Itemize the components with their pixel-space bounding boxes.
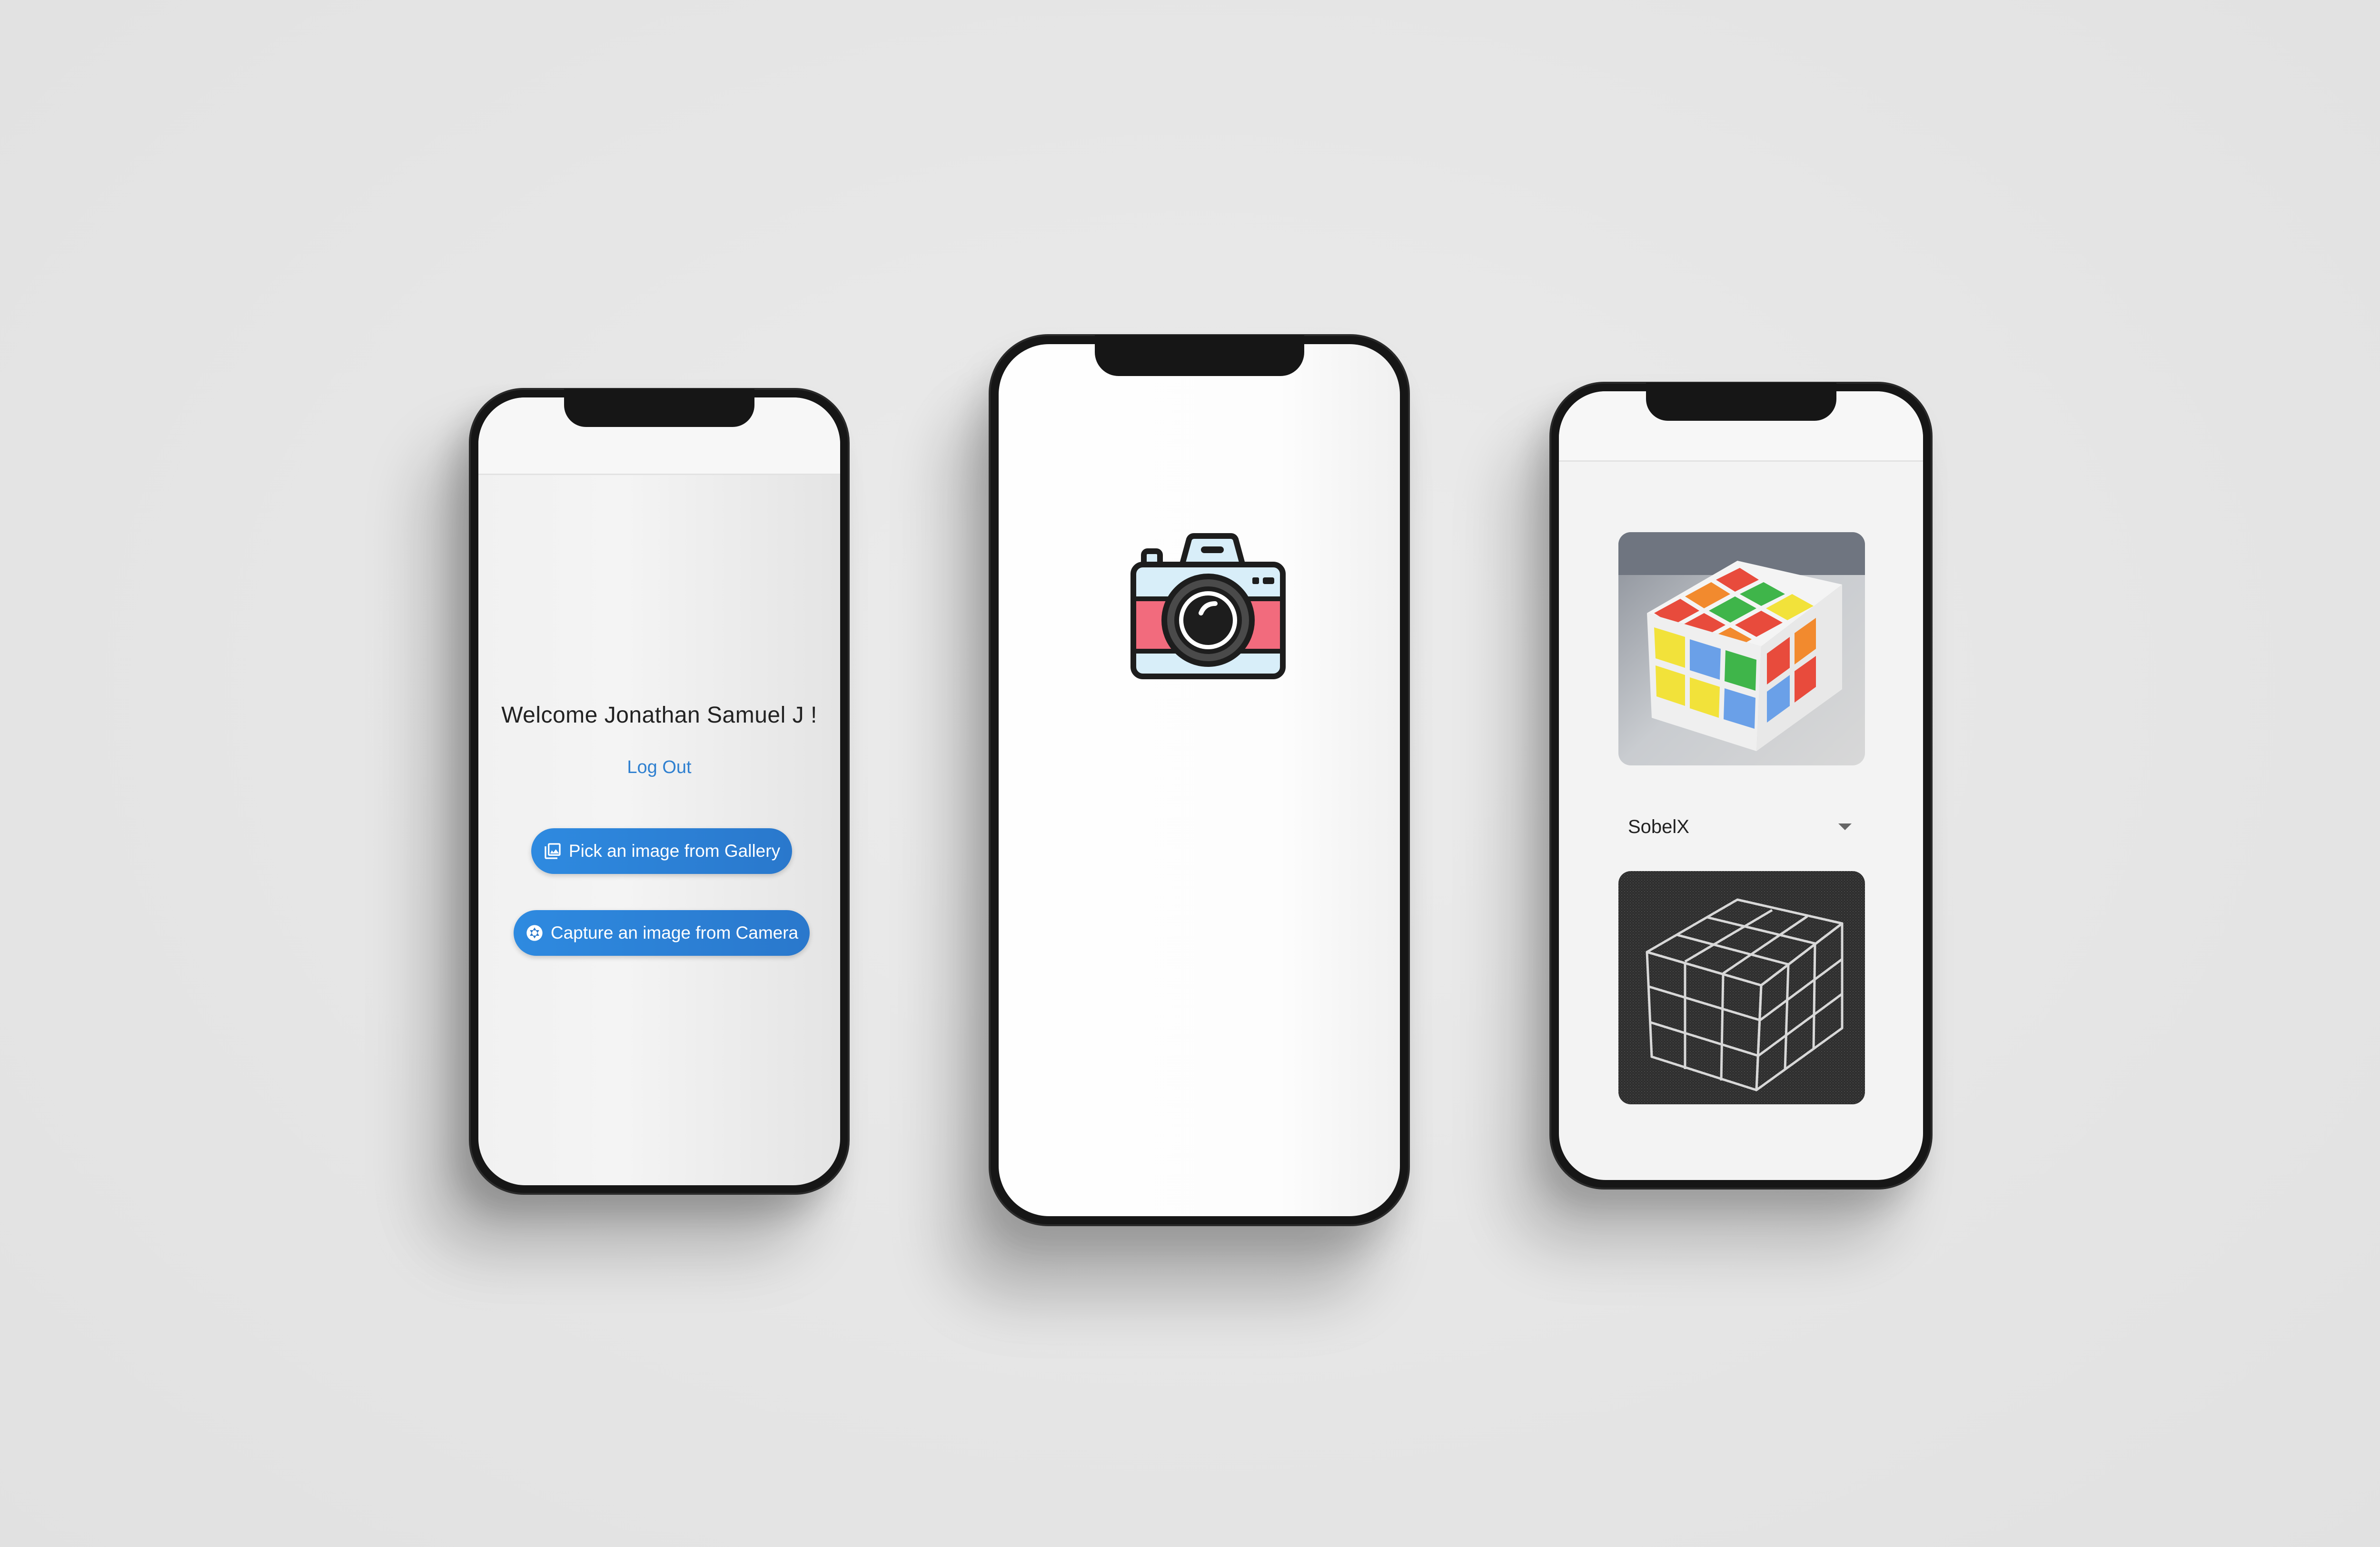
splash-screen (999, 344, 1400, 1216)
phone-filter-screen: SobelX (1549, 382, 1933, 1190)
original-image (1618, 532, 1865, 765)
phone-notch (564, 389, 754, 427)
gallery-button-label: Pick an image from Gallery (568, 841, 781, 861)
filtered-image (1618, 871, 1865, 1104)
caret-down-icon (1838, 823, 1852, 830)
mockup-stage: Welcome Jonathan Samuel J ! Log Out Pick… (0, 0, 2380, 1547)
phone-splash-screen (989, 334, 1410, 1226)
camera-aperture-icon (526, 925, 543, 941)
rubiks-cube-photo (1618, 532, 1865, 765)
camera-icon (1130, 533, 1286, 679)
filter-select-value: SobelX (1628, 816, 1689, 837)
phone-notch (1646, 383, 1836, 421)
filter-screen: SobelX (1559, 391, 1923, 1180)
pick-from-gallery-button[interactable]: Pick an image from Gallery (531, 828, 792, 874)
phone-home-screen: Welcome Jonathan Samuel J ! Log Out Pick… (469, 388, 850, 1195)
welcome-text: Welcome Jonathan Samuel J ! (501, 703, 817, 728)
phone-notch (1094, 335, 1304, 376)
filter-select[interactable]: SobelX (1618, 810, 1866, 843)
capture-from-camera-button[interactable]: Capture an image from Camera (514, 910, 810, 956)
photo-library-icon (545, 843, 561, 859)
logout-link[interactable]: Log Out (478, 757, 840, 778)
rubiks-cube-sobel-edges (1618, 871, 1865, 1104)
camera-button-label: Capture an image from Camera (550, 923, 799, 942)
home-screen: Welcome Jonathan Samuel J ! Log Out Pick… (478, 397, 840, 1185)
